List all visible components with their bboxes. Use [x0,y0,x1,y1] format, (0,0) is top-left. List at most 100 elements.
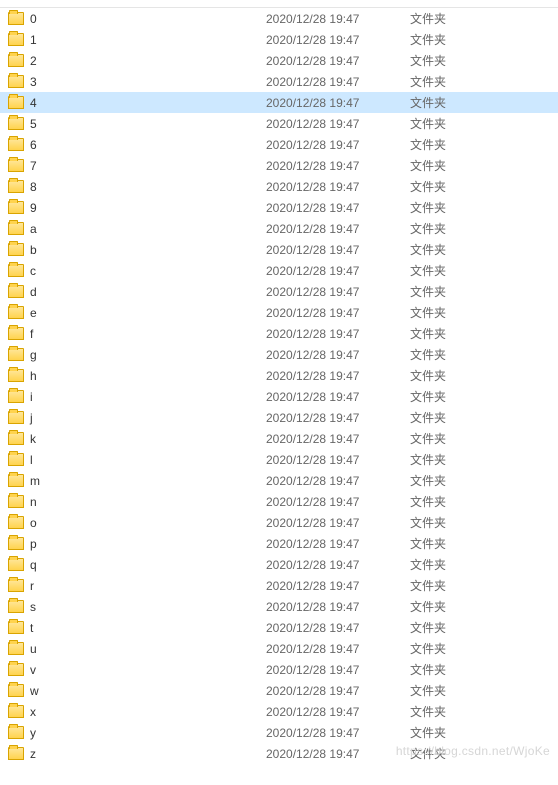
file-type-cell: 文件夹 [410,220,520,237]
file-row[interactable]: k2020/12/28 19:47文件夹 [0,428,558,449]
folder-icon [8,369,24,382]
file-date-cell: 2020/12/28 19:47 [266,537,410,551]
file-date-cell: 2020/12/28 19:47 [266,579,410,593]
file-row[interactable]: 52020/12/28 19:47文件夹 [0,113,558,134]
file-row[interactable]: d2020/12/28 19:47文件夹 [0,281,558,302]
file-date-cell: 2020/12/28 19:47 [266,453,410,467]
file-type-cell: 文件夹 [410,199,520,216]
file-name-cell: 7 [8,159,266,173]
file-date-cell: 2020/12/28 19:47 [266,411,410,425]
file-type-cell: 文件夹 [410,262,520,279]
file-type-cell: 文件夹 [410,367,520,384]
file-row[interactable]: 02020/12/28 19:47文件夹 [0,8,558,29]
file-row[interactable]: h2020/12/28 19:47文件夹 [0,365,558,386]
file-date-cell: 2020/12/28 19:47 [266,642,410,656]
file-row[interactable]: a2020/12/28 19:47文件夹 [0,218,558,239]
file-type-cell: 文件夹 [410,514,520,531]
file-name-cell: i [8,390,266,404]
file-row[interactable]: y2020/12/28 19:47文件夹 [0,722,558,743]
file-type-cell: 文件夹 [410,409,520,426]
file-row[interactable]: f2020/12/28 19:47文件夹 [0,323,558,344]
file-type-cell: 文件夹 [410,682,520,699]
file-name-cell: 4 [8,96,266,110]
file-type-cell: 文件夹 [410,724,520,741]
file-date-cell: 2020/12/28 19:47 [266,138,410,152]
file-type-cell: 文件夹 [410,73,520,90]
file-row[interactable]: s2020/12/28 19:47文件夹 [0,596,558,617]
file-row[interactable]: b2020/12/28 19:47文件夹 [0,239,558,260]
column-header-row [0,0,558,8]
file-row[interactable]: 62020/12/28 19:47文件夹 [0,134,558,155]
file-name-label: v [30,663,36,677]
file-name-cell: v [8,663,266,677]
file-row[interactable]: g2020/12/28 19:47文件夹 [0,344,558,365]
file-row[interactable]: 4 2020/12/28 19:47文件夹 [0,92,558,113]
file-name-cell: b [8,243,266,257]
file-name-label: a [30,222,37,236]
file-date-cell: 2020/12/28 19:47 [266,159,410,173]
file-type-cell: 文件夹 [410,640,520,657]
file-row[interactable]: x2020/12/28 19:47文件夹 [0,701,558,722]
file-name-cell: 5 [8,117,266,131]
file-name-label: w [30,684,39,698]
file-name-cell: e [8,306,266,320]
file-row[interactable]: 92020/12/28 19:47文件夹 [0,197,558,218]
file-date-cell: 2020/12/28 19:47 [266,432,410,446]
file-name-label: k [30,432,36,446]
file-name-label: d [30,285,37,299]
file-type-cell: 文件夹 [410,178,520,195]
file-name-cell: q [8,558,266,572]
file-name-cell: o [8,516,266,530]
file-row[interactable]: n2020/12/28 19:47文件夹 [0,491,558,512]
file-row[interactable]: j2020/12/28 19:47文件夹 [0,407,558,428]
file-explorer: 02020/12/28 19:47文件夹12020/12/28 19:47文件夹… [0,0,558,764]
file-type-cell: 文件夹 [410,304,520,321]
file-name-cell: u [8,642,266,656]
file-row[interactable]: 32020/12/28 19:47文件夹 [0,71,558,92]
file-row[interactable]: 12020/12/28 19:47文件夹 [0,29,558,50]
file-name-label: 4 [30,96,37,110]
folder-icon [8,579,24,592]
file-type-cell: 文件夹 [410,115,520,132]
file-type-cell: 文件夹 [410,472,520,489]
file-name-label: i [30,390,33,404]
file-row[interactable]: c2020/12/28 19:47文件夹 [0,260,558,281]
file-date-cell: 2020/12/28 19:47 [266,33,410,47]
file-row[interactable]: t2020/12/28 19:47文件夹 [0,617,558,638]
folder-icon [8,453,24,466]
file-row[interactable]: e2020/12/28 19:47文件夹 [0,302,558,323]
file-row[interactable]: v2020/12/28 19:47文件夹 [0,659,558,680]
file-row[interactable]: w 2020/12/28 19:47文件夹 [0,680,558,701]
file-date-cell: 2020/12/28 19:47 [266,327,410,341]
folder-icon [8,663,24,676]
file-name-label: 9 [30,201,37,215]
file-type-cell: 文件夹 [410,283,520,300]
file-row[interactable]: o2020/12/28 19:47文件夹 [0,512,558,533]
file-type-cell: 文件夹 [410,94,520,111]
file-type-cell: 文件夹 [410,388,520,405]
file-row[interactable]: i2020/12/28 19:47文件夹 [0,386,558,407]
file-type-cell: 文件夹 [410,136,520,153]
file-row[interactable]: l2020/12/28 19:47文件夹 [0,449,558,470]
file-row[interactable]: 82020/12/28 19:47文件夹 [0,176,558,197]
file-date-cell: 2020/12/28 19:47 [266,96,410,110]
file-name-label: r [30,579,34,593]
file-name-cell: z [8,747,266,761]
file-row[interactable]: m 2020/12/28 19:47文件夹 [0,470,558,491]
file-type-cell: 文件夹 [410,157,520,174]
file-name-label: h [30,369,37,383]
file-row[interactable]: q2020/12/28 19:47文件夹 [0,554,558,575]
file-row[interactable]: 22020/12/28 19:47文件夹 [0,50,558,71]
file-date-cell: 2020/12/28 19:47 [266,684,410,698]
folder-icon [8,54,24,67]
file-name-label: m [30,474,40,488]
file-date-cell: 2020/12/28 19:47 [266,474,410,488]
file-date-cell: 2020/12/28 19:47 [266,726,410,740]
file-row[interactable]: 72020/12/28 19:47文件夹 [0,155,558,176]
file-row[interactable]: p2020/12/28 19:47文件夹 [0,533,558,554]
file-row[interactable]: z2020/12/28 19:47文件夹 [0,743,558,764]
file-row[interactable]: u2020/12/28 19:47文件夹 [0,638,558,659]
file-name-label: p [30,537,37,551]
file-type-cell: 文件夹 [410,52,520,69]
file-row[interactable]: r2020/12/28 19:47文件夹 [0,575,558,596]
